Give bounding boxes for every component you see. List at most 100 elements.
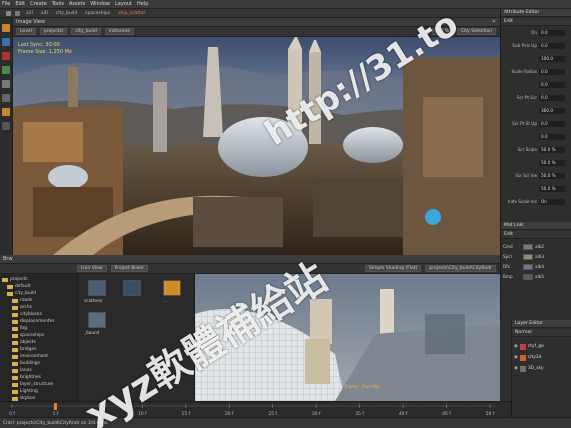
attribute-value-field[interactable]: 0.0 bbox=[539, 133, 565, 140]
menu-layout[interactable]: Layout bbox=[115, 1, 132, 7]
tree-item[interactable]: bridges bbox=[2, 346, 75, 353]
menu-tools[interactable]: Tools bbox=[52, 1, 64, 7]
menu-edit[interactable]: Edit bbox=[15, 1, 25, 7]
visibility-eye-icon[interactable]: ◉ bbox=[514, 344, 518, 349]
home-icon[interactable] bbox=[6, 10, 11, 16]
material-row[interactable]: Dfs alb4 bbox=[501, 262, 571, 271]
layer-mode-dropdown[interactable]: Normal bbox=[512, 329, 571, 337]
attribute-value-field[interactable]: 50.0 % bbox=[539, 159, 565, 166]
asset-thumbnail[interactable] bbox=[88, 280, 106, 296]
menu-create[interactable]: Create bbox=[30, 1, 47, 7]
brush-tool-icon[interactable] bbox=[2, 80, 10, 88]
render-path-field[interactable]: projects\City_build\CityRndr bbox=[425, 265, 496, 272]
layer-color-swatch[interactable] bbox=[519, 354, 526, 361]
asset-thumbnail[interactable] bbox=[123, 280, 141, 296]
render-viewport[interactable]: Last Sync: 30:00 Frame Size: 1,250 Mx bbox=[13, 37, 500, 255]
tree-item[interactable]: environment bbox=[2, 353, 75, 360]
tree-item[interactable]: default bbox=[2, 283, 75, 290]
toolbar-item-ship-scatter[interactable]: ship_scatter bbox=[116, 11, 147, 16]
attribute-value-field[interactable]: 0.0 bbox=[539, 29, 565, 36]
layer-row[interactable]: ◉ city3d bbox=[512, 353, 571, 362]
status-bar: Cntrl: projects\City_build\CityRndr on 3… bbox=[0, 417, 571, 428]
attribute-value-field[interactable]: On bbox=[539, 198, 565, 205]
material-swatch[interactable] bbox=[523, 273, 533, 280]
icon-view-dropdown[interactable]: Icon View bbox=[77, 265, 107, 272]
tree-item[interactable]: projects bbox=[2, 276, 75, 283]
layer-color-swatch[interactable] bbox=[519, 343, 526, 350]
attribute-value-field[interactable]: 360.0 bbox=[539, 107, 565, 114]
visibility-eye-icon[interactable]: ◉ bbox=[514, 355, 518, 360]
layer-color-swatch[interactable] bbox=[519, 365, 526, 372]
tree-item[interactable]: roads bbox=[2, 297, 75, 304]
attribute-row: 360.0 bbox=[501, 107, 571, 114]
close-icon[interactable]: ✕ bbox=[492, 19, 496, 25]
asset-thumbnail[interactable] bbox=[163, 280, 181, 296]
project-browser-button[interactable]: Project Brwsr bbox=[110, 265, 149, 272]
attribute-value-field[interactable]: 0.0 bbox=[539, 120, 565, 127]
tree-item[interactable]: archs bbox=[2, 304, 75, 311]
tree-item[interactable]: city_build bbox=[2, 290, 75, 297]
move-tool-icon[interactable] bbox=[2, 38, 10, 46]
attribute-value-field[interactable]: 0.0 bbox=[539, 94, 565, 101]
path-segment-instances[interactable]: instances bbox=[104, 28, 135, 35]
menu-file[interactable]: File bbox=[2, 1, 10, 7]
wireframe-viewport[interactable]: Frame - Fscr Mio bbox=[195, 274, 500, 401]
layer-row[interactable]: ◉ ctyf_ge bbox=[512, 342, 571, 351]
scale-tool-icon[interactable] bbox=[2, 66, 10, 74]
light-tool-icon[interactable] bbox=[2, 108, 10, 116]
tree-item[interactable]: buildings bbox=[2, 360, 75, 367]
tree-item[interactable]: brightnes bbox=[2, 374, 75, 381]
visibility-eye-icon[interactable]: ◉ bbox=[514, 366, 518, 371]
current-frame-marker[interactable] bbox=[53, 403, 57, 410]
asset-thumbnail[interactable] bbox=[88, 312, 106, 328]
tree-item[interactable]: fog bbox=[2, 325, 75, 332]
material-swatch[interactable] bbox=[523, 263, 533, 270]
camera-tool-icon[interactable] bbox=[2, 94, 10, 102]
browser-tab[interactable]: Brw bbox=[3, 256, 13, 262]
rotate-tool-icon[interactable] bbox=[2, 52, 10, 60]
attribute-value-field[interactable]: 0.0 bbox=[539, 42, 565, 49]
tree-item[interactable]: objects bbox=[2, 339, 75, 346]
zoom-field[interactable]: 0.0 % bbox=[432, 28, 453, 35]
material-row[interactable]: Cmd alb2 bbox=[501, 242, 571, 251]
menu-assets[interactable]: Assets bbox=[69, 1, 85, 7]
material-row[interactable]: Bmp alb5 bbox=[501, 272, 571, 281]
material-swatch[interactable] bbox=[523, 253, 533, 260]
tree-item-label: layer_structure bbox=[20, 382, 54, 387]
material-linker-tab[interactable]: Edit bbox=[501, 231, 571, 239]
toolbar-item-city-build[interactable]: city_build bbox=[54, 11, 79, 16]
attribute-value-field[interactable]: 50.0 % bbox=[539, 172, 565, 179]
attribute-value-field[interactable]: 100.0 bbox=[539, 55, 565, 62]
tree-item[interactable]: layer_structure bbox=[2, 381, 75, 388]
attribute-editor-tab[interactable]: Edit bbox=[501, 18, 571, 26]
menu-help[interactable]: Help bbox=[137, 1, 148, 7]
level-dropdown[interactable]: Level bbox=[16, 28, 36, 35]
layer-row[interactable]: ◉ 3D_sky bbox=[512, 364, 571, 373]
tree-item[interactable]: Lighting bbox=[2, 388, 75, 395]
material-swatch[interactable] bbox=[523, 243, 533, 250]
menu-window[interactable]: Window bbox=[90, 1, 110, 7]
selection-dropdown[interactable]: City Selection bbox=[457, 28, 496, 35]
attribute-value-field[interactable]: 0.0 bbox=[539, 81, 565, 88]
attribute-value-field[interactable]: 50.0 % bbox=[539, 146, 565, 153]
tree-item[interactable]: lanes bbox=[2, 367, 75, 374]
path-segment-city-build[interactable]: city_build bbox=[71, 28, 101, 35]
tree-item[interactable]: displacementes bbox=[2, 318, 75, 325]
tree-item[interactable]: cityblocks bbox=[2, 311, 75, 318]
folder-icon bbox=[12, 361, 18, 366]
timeline-ruler[interactable]: 0 f1 f5 f 10 f 15 f 20 f 25 f 30 f 35 f 40 f 45 … bbox=[0, 402, 511, 418]
tree-item[interactable]: spaceships bbox=[2, 332, 75, 339]
folder-icon bbox=[12, 312, 18, 317]
folder-icon[interactable] bbox=[15, 10, 20, 16]
shading-dropdown[interactable]: Simple Shading (Flat) bbox=[364, 265, 422, 272]
select-tool-icon[interactable] bbox=[2, 24, 10, 32]
material-row[interactable]: Spcl alb3 bbox=[501, 252, 571, 261]
path-segment-projects[interactable]: projects\ bbox=[39, 28, 68, 35]
toolbar-item-spaceships[interactable]: spaceships bbox=[83, 11, 112, 16]
toolbar-item-a2l[interactable]: a2l bbox=[24, 11, 35, 16]
grid-tool-icon[interactable] bbox=[2, 122, 10, 130]
attribute-value-field[interactable]: 50.0 % bbox=[539, 185, 565, 192]
toolbar-item-a3l[interactable]: a3l bbox=[39, 11, 50, 16]
attribute-value-field[interactable]: 0.0 bbox=[539, 68, 565, 75]
timeline[interactable]: 0 f1 f5 f 10 f 15 f 20 f 25 f 30 f 35 f 40 f 45 … bbox=[0, 401, 511, 418]
